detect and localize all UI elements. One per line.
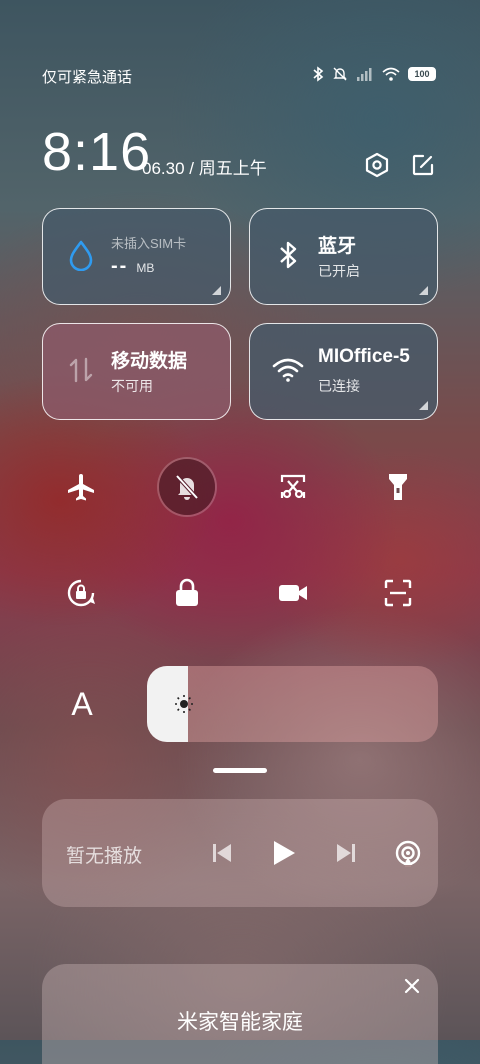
mobile-data-status: 不可用 [111, 378, 153, 394]
wifi-tile[interactable]: MIOffice-5 已连接 [249, 323, 438, 420]
brightness-icon [174, 694, 194, 719]
clock-time: 8:16 [42, 122, 152, 182]
audio-output-button[interactable] [392, 837, 424, 869]
bluetooth-tile[interactable]: 蓝牙 已开启 [249, 208, 438, 305]
carrier-status-text: 仅可紧急通话 [42, 69, 133, 86]
expand-corner-icon [212, 286, 221, 295]
scissors-screenshot-icon [280, 474, 306, 499]
edit-icon[interactable] [408, 150, 438, 180]
mobile-data-icon [65, 354, 97, 386]
bluetooth-status-icon [312, 66, 324, 82]
mute-status-icon [332, 66, 348, 82]
wifi-network-name: MIOffice-5 [318, 346, 410, 367]
wifi-status: 已连接 [318, 378, 360, 394]
previous-icon [213, 844, 231, 862]
data-usage-tile[interactable]: 未插入SIM卡 -- MB [42, 208, 231, 305]
wifi-icon [272, 354, 304, 386]
status-icons: 100 [312, 66, 436, 82]
next-track-button[interactable] [330, 837, 362, 869]
close-icon[interactable] [402, 976, 422, 996]
flashlight-icon [389, 474, 407, 500]
screen-record-toggle[interactable] [265, 565, 321, 621]
play-button[interactable] [268, 837, 300, 869]
previous-track-button[interactable] [206, 837, 238, 869]
smart-home-title: 米家智能家庭 [177, 1011, 303, 1034]
font-size-toggle[interactable]: A [62, 682, 102, 726]
broadcast-icon [395, 840, 421, 867]
video-camera-icon [279, 585, 307, 601]
scanner-toggle[interactable] [370, 565, 426, 621]
smart-home-card[interactable]: 米家智能家庭 [42, 964, 438, 1064]
bluetooth-title: 蓝牙 [318, 236, 357, 257]
data-usage-unit: MB [136, 261, 155, 275]
data-usage-value: -- [111, 255, 129, 277]
airplane-icon [68, 474, 94, 501]
date-text: 06.30 / 周五上午 [142, 159, 267, 178]
play-icon [274, 841, 295, 865]
media-status-label: 暂无播放 [66, 846, 143, 867]
settings-icon[interactable] [362, 150, 392, 180]
bluetooth-status: 已开启 [318, 263, 360, 279]
rotate-lock-icon [67, 579, 95, 607]
signal-icon [356, 67, 374, 81]
next-icon [337, 844, 355, 862]
water-drop-icon [65, 239, 97, 271]
brightness-slider[interactable] [147, 666, 438, 742]
airplane-mode-toggle[interactable] [53, 459, 109, 515]
expand-corner-icon [419, 286, 428, 295]
screenshot-toggle[interactable] [265, 459, 321, 515]
bell-off-icon [175, 474, 199, 500]
auto-rotate-toggle[interactable] [53, 565, 109, 621]
panel-drag-handle[interactable] [213, 768, 267, 773]
sim-status-label: 未插入SIM卡 [111, 236, 187, 251]
mute-toggle[interactable] [159, 459, 215, 515]
scan-icon [384, 579, 412, 607]
expand-corner-icon [419, 401, 428, 410]
wifi-status-icon [382, 67, 400, 81]
media-player-card: 暂无播放 [42, 799, 438, 907]
bluetooth-icon [272, 239, 304, 271]
mobile-data-tile[interactable]: 移动数据 不可用 [42, 323, 231, 420]
lock-screen-toggle[interactable] [159, 565, 215, 621]
battery-icon: 100 [408, 67, 436, 81]
mobile-data-title: 移动数据 [111, 351, 188, 372]
flashlight-toggle[interactable] [370, 459, 426, 515]
lock-icon [176, 578, 198, 606]
